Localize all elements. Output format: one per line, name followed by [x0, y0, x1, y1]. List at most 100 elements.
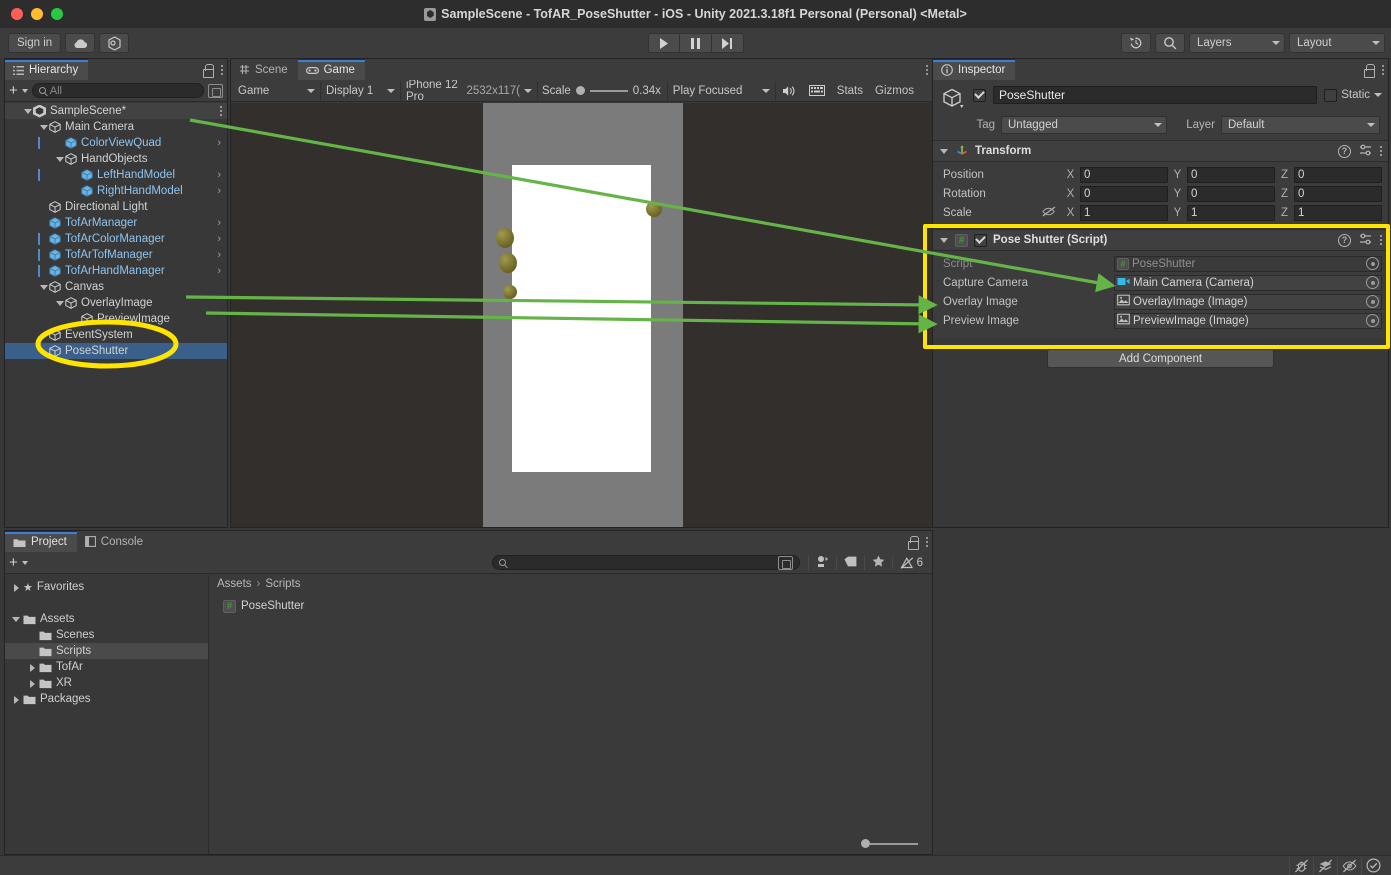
eye-off-icon[interactable]: [1337, 856, 1361, 875]
chevron-right-icon[interactable]: ›: [217, 217, 221, 229]
layer-dropdown[interactable]: Default: [1221, 116, 1380, 134]
scene-menu-icon[interactable]: [220, 106, 222, 116]
tab-game[interactable]: Game: [297, 59, 365, 80]
object-picker-icon[interactable]: [1366, 276, 1379, 289]
preset-icon[interactable]: [1359, 233, 1372, 248]
hierarchy-item-colorviewquad[interactable]: ColorViewQuad ›: [5, 135, 227, 151]
hierarchy-item-tofarmanager[interactable]: TofArManager ›: [5, 215, 227, 231]
transform-position-z[interactable]: 0: [1294, 166, 1382, 183]
chevron-right-icon[interactable]: ›: [217, 265, 221, 277]
project-menu-icon[interactable]: [926, 536, 928, 547]
tab-scene[interactable]: Scene: [231, 59, 298, 80]
maximize-window-button[interactable]: [51, 8, 63, 20]
lock-icon[interactable]: [1363, 63, 1375, 78]
add-gameobject-button[interactable]: +: [9, 83, 18, 98]
hierarchy-item-main-camera[interactable]: Main Camera: [5, 119, 227, 135]
project-tree-item-scenes[interactable]: Scenes: [5, 627, 208, 643]
hierarchy-menu-icon[interactable]: [221, 64, 223, 75]
scale-slider[interactable]: Scale 0.34x: [538, 81, 668, 100]
favorites-star-icon[interactable]: [863, 555, 892, 570]
tab-console[interactable]: Console: [76, 531, 153, 552]
game-render-canvas[interactable]: [231, 103, 932, 527]
chevron-down-icon[interactable]: [21, 560, 28, 565]
object-picker-icon[interactable]: [1366, 257, 1379, 270]
resolution-dropdown[interactable]: iPhone 12 Pro 2532x117(: [401, 79, 538, 103]
help-icon[interactable]: ?: [1338, 233, 1351, 247]
scale-slider-track[interactable]: [589, 89, 628, 92]
lock-icon[interactable]: [202, 63, 214, 78]
gameobject-enabled-checkbox[interactable]: [973, 88, 986, 102]
chevron-right-icon[interactable]: [11, 695, 20, 704]
mute-audio-icon[interactable]: [776, 82, 803, 100]
pose-shutter-component-header[interactable]: # Pose Shutter (Script) ?: [933, 229, 1388, 251]
project-tree-item-packages[interactable]: Packages: [5, 691, 208, 707]
project-contents[interactable]: Assets › Scripts # PoseShutter: [209, 575, 932, 854]
hierarchy-item-directional-light[interactable]: Directional Light: [5, 199, 227, 215]
pose-shutter-menu-icon[interactable]: [1380, 235, 1382, 245]
chevron-down-icon[interactable]: [39, 283, 48, 292]
asset-item-poseshutter[interactable]: # PoseShutter: [209, 597, 932, 615]
transform-component-header[interactable]: Transform ?: [933, 140, 1388, 162]
zoom-slider-track[interactable]: [870, 842, 918, 845]
hierarchy-item-eventsystem[interactable]: EventSystem: [5, 327, 227, 343]
chevron-right-icon[interactable]: [11, 583, 20, 592]
project-tree-item-tofar[interactable]: TofAr: [5, 659, 208, 675]
object-field-capture-camera[interactable]: Main Camera (Camera): [1114, 274, 1382, 291]
hierarchy-item-previewimage[interactable]: PreviewImage: [5, 311, 227, 327]
gameview-mode-dropdown[interactable]: Game: [233, 81, 321, 100]
breadcrumb-item-assets[interactable]: Assets: [217, 578, 252, 590]
transform-scale-y[interactable]: 1: [1187, 204, 1275, 221]
filter-by-type-icon[interactable]: [807, 554, 836, 571]
layers-off-icon[interactable]: [1313, 856, 1337, 875]
project-search-input[interactable]: [491, 555, 800, 570]
undo-history-icon[interactable]: [1121, 33, 1151, 53]
hierarchy-item-tofartofmanager[interactable]: TofArTofManager ›: [5, 247, 227, 263]
project-tree-item-xr[interactable]: XR: [5, 675, 208, 691]
transform-scale-x[interactable]: 1: [1080, 204, 1168, 221]
static-checkbox[interactable]: [1324, 88, 1338, 102]
pause-button[interactable]: [679, 33, 712, 53]
chevron-right-icon[interactable]: ›: [217, 249, 221, 261]
stats-button[interactable]: Stats: [831, 82, 869, 100]
project-tree[interactable]: ★ Favorites Assets Scenes Scripts TofAr XR Pack…: [5, 575, 209, 854]
object-field-script[interactable]: # PoseShutter: [1114, 255, 1382, 272]
tag-dropdown[interactable]: Untagged: [1001, 116, 1167, 134]
transform-position-x[interactable]: 0: [1080, 166, 1168, 183]
chevron-down-icon[interactable]: [55, 155, 64, 164]
object-picker-icon[interactable]: [1366, 314, 1379, 327]
transform-rotation-z[interactable]: 0: [1294, 185, 1382, 202]
chevron-right-icon[interactable]: ›: [217, 137, 221, 149]
lock-icon[interactable]: [907, 535, 919, 550]
chevron-right-icon[interactable]: ›: [217, 169, 221, 181]
object-field-preview-image[interactable]: PreviewImage (Image): [1114, 312, 1382, 329]
layers-dropdown[interactable]: Layers: [1189, 33, 1285, 53]
tab-project[interactable]: Project: [5, 531, 77, 552]
hierarchy-item-tofarhandmanager[interactable]: TofArHandManager ›: [5, 263, 227, 279]
minimize-window-button[interactable]: [31, 8, 43, 20]
breadcrumb[interactable]: Assets › Scripts: [209, 575, 932, 593]
chevron-down-icon[interactable]: [55, 299, 64, 308]
inspector-menu-icon[interactable]: [1382, 64, 1384, 75]
check-circle-icon[interactable]: [1361, 856, 1385, 875]
window-controls[interactable]: [0, 8, 63, 20]
hierarchy-item-righthandmodel[interactable]: RightHandModel ›: [5, 183, 227, 199]
hierarchy-item-handobjects[interactable]: HandObjects: [5, 151, 227, 167]
uniform-scale-off-icon[interactable]: [1042, 206, 1056, 220]
hierarchy-list[interactable]: SampleScene* Main Camera ColorViewQuad › Ha…: [5, 103, 227, 527]
add-component-button[interactable]: Add Component: [1047, 349, 1274, 368]
layout-dropdown[interactable]: Layout: [1289, 33, 1385, 53]
filter-by-label-icon[interactable]: [835, 555, 864, 570]
scale-slider-handle[interactable]: [575, 86, 585, 95]
transform-rotation-y[interactable]: 0: [1187, 185, 1275, 202]
chevron-down-icon[interactable]: [11, 615, 20, 624]
chevron-right-icon[interactable]: [27, 679, 36, 688]
chevron-down-icon[interactable]: [1374, 93, 1382, 97]
hierarchy-item-overlayimage[interactable]: OverlayImage: [5, 295, 227, 311]
chevron-down-icon[interactable]: [21, 88, 28, 93]
transform-rotation-x[interactable]: 0: [1080, 185, 1168, 202]
play-mode-dropdown[interactable]: Play Focused: [668, 81, 776, 100]
warning-filter[interactable]: 6: [891, 556, 928, 569]
close-window-button[interactable]: [11, 8, 23, 20]
gameobject-name-field[interactable]: PoseShutter: [993, 86, 1318, 104]
onscreen-keyboard-icon[interactable]: [803, 82, 831, 100]
